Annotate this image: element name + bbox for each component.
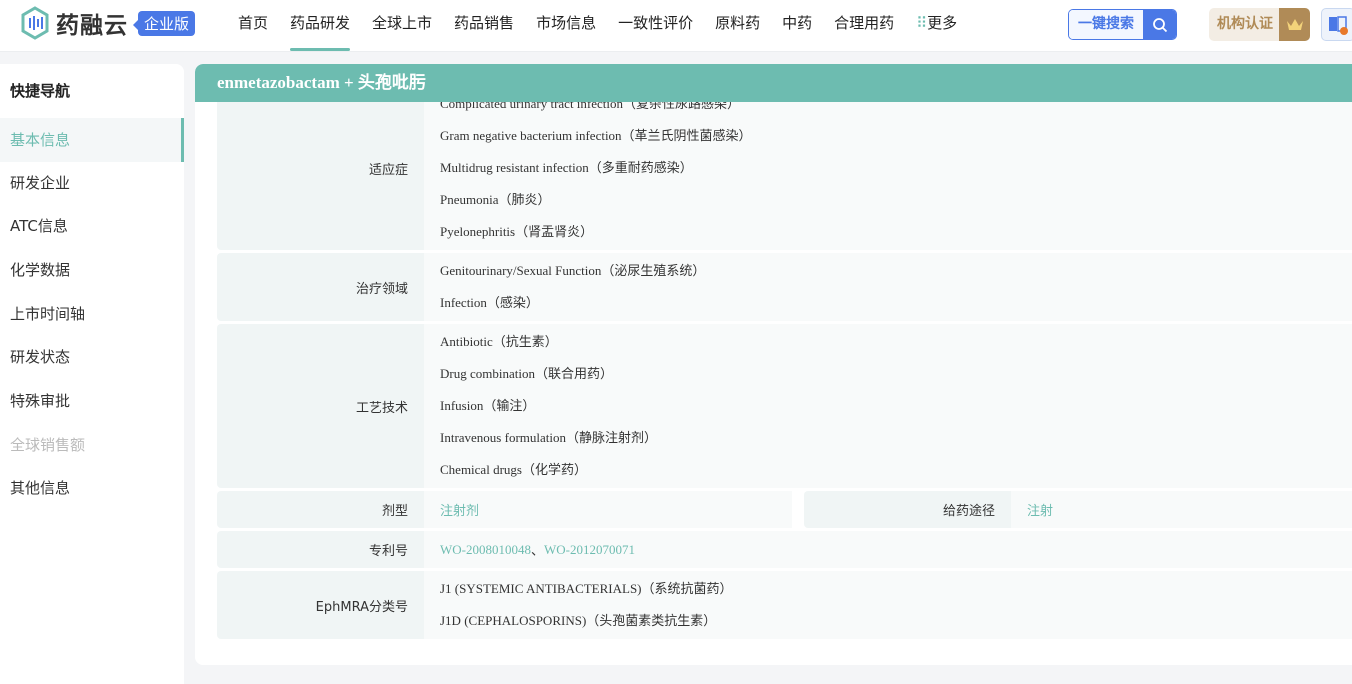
nav-home[interactable]: 首页 [238,0,268,52]
quick-search-button[interactable]: 一键搜索 [1068,9,1177,40]
nav-market-info[interactable]: 市场信息 [536,0,596,52]
indication-item: Pyelonephritis（肾盂肾炎） [440,224,594,239]
technology-item: Antibiotic（抗生素） [440,334,558,349]
nav-more-label: 更多 [927,14,958,32]
row-dosage-route: 剂型 注射剂 给药途径 注射 [217,491,1352,528]
ephmra-item: J1D (CEPHALOSPORINS)（头孢菌素类抗生素） [440,613,717,628]
edition-badge: 企业版 [132,10,196,36]
indication-item: Pneumonia（肺炎） [440,192,551,207]
therapeutic-area-item: Genitourinary/Sexual Function（泌尿生殖系统） [440,263,706,278]
sidebar-item-atc[interactable]: ATC信息 [0,204,184,248]
cert-label: 机构认证 [1217,16,1273,32]
label-therapeutic-area: 治疗领域 [217,253,424,321]
grid-dots-icon: ⠿ [916,14,928,32]
search-icon[interactable] [1143,10,1176,39]
row-ephmra: EphMRA分类号 J1 (SYSTEMIC ANTIBACTERIALS)（系… [217,571,1352,639]
logo[interactable]: 药融云 企业版 [20,6,196,40]
nav-drug-rd[interactable]: 药品研发 [290,0,351,52]
nav-consistency[interactable]: 一致性评价 [618,0,693,52]
sidebar-item-other-info[interactable]: 其他信息 [0,466,184,510]
label-dosage-form: 剂型 [217,491,424,528]
help-manual-button[interactable] [1321,8,1352,41]
crown-icon [1279,8,1310,41]
info-table: 适应症 Complicated urinary tract infection（… [217,102,1352,647]
indication-item: Complicated urinary tract infection（复杂性尿… [440,102,741,111]
logo-icon [21,6,49,40]
sidebar-item-rd-companies[interactable]: 研发企业 [0,161,184,205]
dosage-form-link[interactable]: 注射剂 [440,500,479,519]
sidebar-item-rd-status[interactable]: 研发状态 [0,335,184,379]
technology-item: Infusion（输注） [440,398,536,413]
route-link[interactable]: 注射 [1027,500,1053,519]
main-nav: 首页 药品研发 全球上市 药品销售 市场信息 一致性评价 原料药 中药 合理用药… [238,0,979,52]
basic-info-card: enmetazobactam + 头孢吡肟 适应症 Complicated ur… [195,64,1352,665]
therapeutic-area-item: Infection（感染） [440,295,539,310]
indication-item: Multidrug resistant infection（多重耐药感染） [440,160,693,175]
row-indications: 适应症 Complicated urinary tract infection（… [217,102,1352,250]
sidebar-item-timeline[interactable]: 上市时间轴 [0,292,184,336]
sidebar-title: 快捷导航 [10,82,71,100]
sidebar-item-chem-data[interactable]: 化学数据 [0,248,184,292]
sidebar-item-special-approval[interactable]: 特殊审批 [0,379,184,423]
label-indications: 适应症 [217,102,424,250]
sidebar-item-global-sales: 全球销售额 [10,436,86,454]
nav-global-launch[interactable]: 全球上市 [372,0,432,52]
nav-rational-use[interactable]: 合理用药 [834,0,894,52]
patent-link[interactable]: WO-2008010048 [440,542,531,558]
ephmra-item: J1 (SYSTEMIC ANTIBACTERIALS)（系统抗菌药） [440,581,733,596]
sidebar-item-basic-info[interactable]: 基本信息 [0,118,184,162]
row-technology: 工艺技术 Antibiotic（抗生素） Drug combination（联合… [217,324,1352,488]
nav-more[interactable]: ⠿更多 [916,0,957,52]
nav-api[interactable]: 原料药 [715,0,760,52]
nav-drug-sales[interactable]: 药品销售 [454,0,514,52]
label-patent: 专利号 [217,531,424,568]
book-help-icon [1329,15,1348,35]
label-route: 给药途径 [804,491,1011,528]
logo-text: 药融云 [56,13,128,39]
patent-link[interactable]: WO-2012070071 [544,542,635,558]
quick-search-label: 一键搜索 [1069,10,1143,39]
technology-item: Chemical drugs（化学药） [440,462,587,477]
institution-cert-button[interactable]: 机构认证 [1209,8,1310,41]
row-patent: 专利号 WO-2008010048、 WO-2012070071 [217,531,1352,568]
technology-item: Drug combination（联合用药） [440,366,613,381]
patent-separator: 、 [531,543,545,558]
indication-item: Gram negative bacterium infection（革兰氏阴性菌… [440,128,752,143]
row-therapeutic-area: 治疗领域 Genitourinary/Sexual Function（泌尿生殖系… [217,253,1352,321]
label-ephmra: EphMRA分类号 [217,571,424,639]
drug-title: enmetazobactam + 头孢吡肟 [195,64,1352,102]
quick-nav-sidebar: 快捷导航 基本信息 研发企业 ATC信息 化学数据 上市时间轴 研发状态 特殊审… [0,64,184,684]
nav-tcm[interactable]: 中药 [782,0,812,52]
technology-item: Intravenous formulation（静脉注射剂） [440,430,657,445]
label-technology: 工艺技术 [217,324,424,488]
top-header: 药融云 企业版 首页 药品研发 全球上市 药品销售 市场信息 一致性评价 原料药… [0,0,1352,52]
